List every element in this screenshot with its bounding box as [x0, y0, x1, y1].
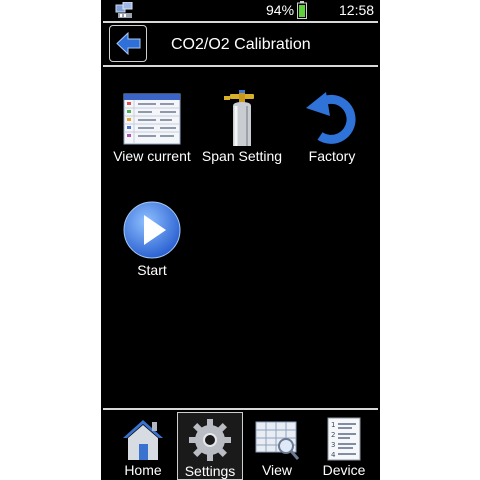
header-divider [103, 65, 378, 67]
battery-icon [297, 1, 307, 19]
play-icon [123, 201, 181, 259]
home-icon [123, 420, 163, 460]
span-setting-button[interactable]: Span Setting [194, 90, 290, 164]
view-table-icon [255, 421, 300, 460]
page-title: CO2/O2 Calibration [171, 36, 311, 53]
tile-label: Factory [308, 148, 356, 164]
undo-icon [306, 92, 356, 144]
table-icon [123, 93, 181, 145]
back-button[interactable] [109, 25, 147, 62]
battery-percent: 94% [266, 2, 295, 18]
nav-label: Home [124, 462, 162, 478]
svg-text:3: 3 [331, 441, 335, 449]
nav-divider [103, 408, 378, 410]
factory-button[interactable]: Factory [284, 90, 380, 164]
network-icon [115, 2, 133, 18]
clock: 12:58 [339, 2, 375, 18]
svg-text:1: 1 [331, 421, 335, 429]
nav-label: View [261, 462, 293, 478]
start-button[interactable]: Start [104, 200, 200, 278]
status-divider [103, 21, 378, 23]
nav-label: Device [322, 462, 366, 478]
nav-device[interactable]: 1 2 3 4 Device [311, 412, 377, 480]
nav-home[interactable]: Home [110, 412, 176, 480]
nav-settings[interactable]: Settings [177, 412, 243, 480]
device-list-icon: 1 2 3 4 [327, 417, 361, 461]
svg-text:2: 2 [331, 431, 335, 439]
tile-label: Start [137, 262, 167, 278]
gas-cylinder-icon [224, 90, 254, 146]
tile-label: Span Setting [201, 148, 283, 164]
tile-label: View current [113, 148, 191, 164]
nav-view[interactable]: View [244, 412, 310, 480]
back-arrow-icon [116, 31, 141, 56]
status-bar: 94% 12:58 [101, 0, 380, 21]
view-current-button[interactable]: View current [104, 90, 200, 164]
svg-text:4: 4 [331, 451, 336, 459]
gear-icon [189, 419, 231, 461]
device-screen: 94% 12:58 CO2/O2 Calibration View curren… [101, 0, 380, 480]
nav-label: Settings [184, 463, 236, 479]
